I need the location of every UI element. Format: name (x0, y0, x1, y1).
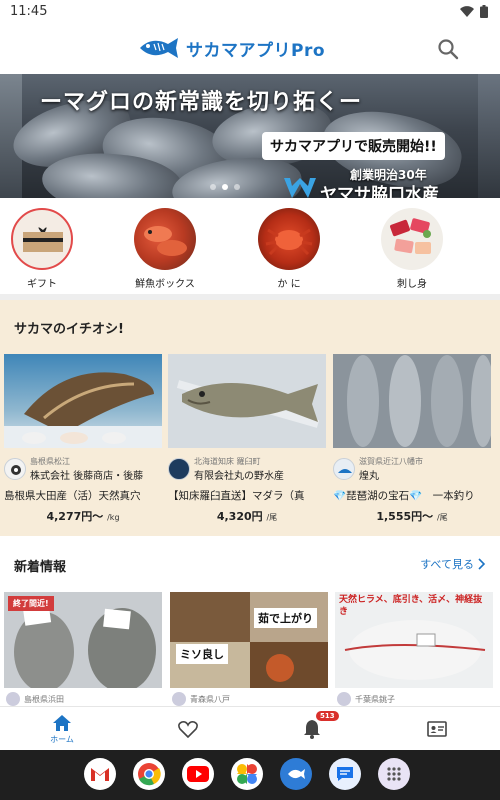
news-card[interactable]: 茹で上がり ミソ良し (170, 592, 328, 688)
gift-icon (11, 208, 73, 270)
recommend-title: サカマのイチオシ! (14, 322, 124, 337)
system-dock (0, 750, 500, 800)
recommend-card[interactable]: 滋賀県近江八幡市 煌丸 💎琵琶湖の宝石💎 一本釣り 1,555円〜 /尾 (333, 354, 491, 530)
news-title: 新着情報 (14, 560, 67, 575)
fish-logo-icon (140, 38, 178, 58)
banner-next-slide (478, 74, 500, 198)
carousel-dot[interactable] (234, 184, 240, 190)
search-icon[interactable] (436, 37, 460, 61)
news-image: 茹で上がり ミソ良し (170, 592, 328, 688)
category-label: ギフト (27, 279, 57, 290)
seller-name: 株式会社 後藤商店・後藤 (30, 471, 144, 482)
bell-icon (304, 720, 320, 739)
product-price: 4,320円 /尾 (216, 510, 278, 523)
avatar (6, 692, 20, 706)
recommend-section: サカマのイチオシ! 島根県松江 株式会社 後藤商店・後藤 島根県大田産（活）天然… (0, 300, 500, 536)
recommend-card[interactable]: 北海道知床 羅臼町 有限会社丸の野水産 【知床羅臼直送】マダラ（真 4,320円… (168, 354, 326, 530)
seller-name: 煌丸 (359, 471, 379, 482)
id-card-icon (427, 721, 447, 737)
photos-icon[interactable] (231, 758, 263, 790)
news-seller: 千葉県銚子 (337, 692, 395, 706)
category-label: か に (277, 279, 301, 290)
wifi-icon (460, 5, 474, 17)
banner-headline: ーマグロの新常識を切り拓くー (40, 90, 363, 115)
product-name: 💎琵琶湖の宝石💎 一本釣り (333, 490, 475, 502)
heart-icon (178, 721, 198, 738)
news-overlay-text: 茹で上がり (254, 608, 317, 628)
nav-favorites[interactable] (176, 707, 200, 751)
product-image (4, 354, 162, 448)
app-header: サカマアプリPro (0, 24, 500, 74)
category-label: 刺し身 (397, 279, 427, 290)
product-name: 【知床羅臼直送】マダラ（真 (168, 490, 305, 502)
news-overlay-text: ミソ良し (176, 644, 228, 664)
brand-mark-icon (284, 178, 316, 198)
app-name: サカマアプリPro (186, 40, 326, 61)
notification-badge: 513 (316, 711, 339, 721)
messages-icon[interactable] (329, 758, 361, 790)
avatar (333, 458, 355, 480)
product-image (168, 354, 326, 448)
product-image (333, 354, 491, 448)
carousel-dots (210, 184, 240, 190)
avatar (168, 458, 190, 480)
seller-location: 北海道知床 羅臼町 (194, 457, 261, 466)
avatar (172, 692, 186, 706)
status-bar: 11:45 (0, 0, 500, 24)
chevron-right-icon (478, 558, 486, 570)
sakama-app-icon[interactable] (280, 758, 312, 790)
fish-box-icon (134, 208, 196, 270)
category-row: ギフト 鮮魚ボックス か に 刺し身 (0, 198, 500, 294)
news-card[interactable]: 天然ヒラメ、底引き、活〆、神経抜き (335, 592, 493, 688)
crab-icon (258, 208, 320, 270)
home-icon (53, 714, 71, 731)
ending-soon-badge: 終了間近! (8, 596, 54, 611)
nav-notifications[interactable]: 513 (300, 707, 339, 751)
nav-home[interactable]: ホーム (44, 707, 80, 751)
category-gift[interactable]: ギフト (2, 208, 82, 290)
seller-location: 滋賀県近江八幡市 (359, 457, 423, 466)
avatar (337, 692, 351, 706)
promo-banner[interactable]: ーマグロの新常識を切り拓くー サカマアプリで販売開始!! 創業明治30年 ヤマサ… (0, 74, 500, 198)
banner-brand: ヤマサ脇口水産 (320, 185, 439, 198)
status-icons (460, 5, 488, 18)
category-crab[interactable]: か に (249, 208, 329, 290)
product-name: 島根県大田産（活）天然真穴 (4, 490, 141, 502)
category-sashimi[interactable]: 刺し身 (372, 208, 452, 290)
news-card[interactable]: 終了間近! (4, 592, 162, 688)
news-image: 天然ヒラメ、底引き、活〆、神経抜き (335, 592, 493, 688)
news-seller: 青森県八戸 (172, 692, 230, 706)
category-label: 鮮魚ボックス (135, 279, 195, 290)
avatar (4, 458, 26, 480)
news-image: 終了間近! (4, 592, 162, 688)
news-header: 新着情報 すべて見る (0, 536, 500, 588)
news-overlay-text: 天然ヒラメ、底引き、活〆、神経抜き (339, 595, 483, 617)
youtube-icon[interactable] (182, 758, 214, 790)
gmail-icon[interactable] (84, 758, 116, 790)
seller-info: 島根県松江 株式会社 後藤商店・後藤 (4, 456, 162, 482)
banner-cta: サカマアプリで販売開始!! (262, 132, 445, 160)
product-price: 1,555円〜 /尾 (376, 510, 448, 523)
sashimi-icon (381, 208, 443, 270)
product-price: 4,277円〜 /kg (46, 510, 120, 523)
seller-name: 有限会社丸の野水産 (194, 471, 284, 482)
nav-profile[interactable] (426, 707, 448, 751)
status-time: 11:45 (10, 4, 48, 19)
seller-info: 北海道知床 羅臼町 有限会社丸の野水産 (168, 456, 326, 482)
category-fish-box[interactable]: 鮮魚ボックス (125, 208, 205, 290)
nav-home-label: ホーム (50, 734, 74, 744)
news-seller: 島根県浜田 (6, 692, 64, 706)
bottom-nav: ホーム 513 (0, 706, 500, 750)
carousel-dot[interactable] (210, 184, 216, 190)
battery-icon (480, 5, 488, 18)
carousel-dot-active[interactable] (222, 184, 228, 190)
seller-location: 島根県松江 (30, 457, 70, 466)
see-all-link[interactable]: すべて見る (420, 556, 486, 572)
recommend-card[interactable]: 島根県松江 株式会社 後藤商店・後藤 島根県大田産（活）天然真穴 4,277円〜… (4, 354, 162, 530)
seller-info: 滋賀県近江八幡市 煌丸 (333, 456, 491, 482)
app-drawer-icon[interactable] (378, 758, 410, 790)
app-logo[interactable]: サカマアプリPro (136, 34, 325, 62)
chrome-icon[interactable] (133, 758, 165, 790)
